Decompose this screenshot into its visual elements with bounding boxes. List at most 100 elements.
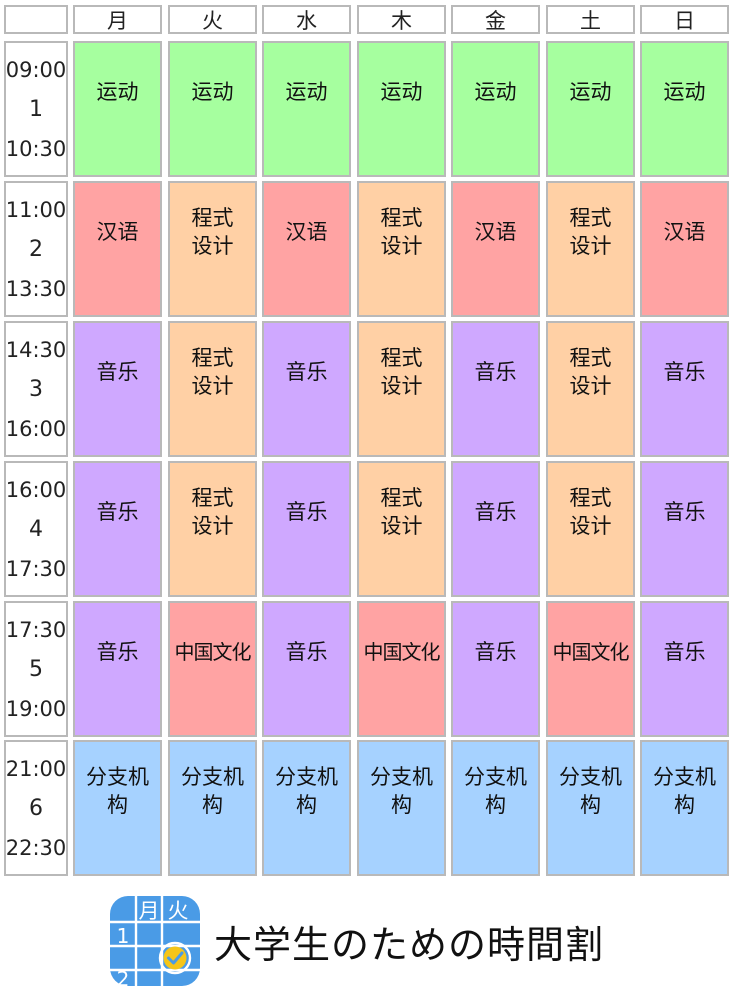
course-cell[interactable]: 音乐 <box>451 601 540 737</box>
period-start-time: 09:00 <box>5 58 67 82</box>
course-cell[interactable]: 程式 设计 <box>546 181 635 317</box>
period-start-time: 21:00 <box>5 757 67 781</box>
period-end-time: 13:30 <box>5 277 67 301</box>
course-cell[interactable]: 运动 <box>640 41 729 177</box>
course-cell[interactable]: 汉语 <box>640 181 729 317</box>
course-cell[interactable]: 音乐 <box>451 461 540 597</box>
course-name: 分支机构 <box>275 765 338 817</box>
course-cell[interactable]: 音乐 <box>73 321 162 457</box>
course-cell[interactable]: 分支机构 <box>640 740 729 876</box>
course-cell[interactable]: 运动 <box>357 41 446 177</box>
period-number: 4 <box>29 517 43 542</box>
course-cell[interactable]: 运动 <box>168 41 257 177</box>
course-cell[interactable]: 程式 设计 <box>357 461 446 597</box>
course-cell[interactable]: 中国文化 <box>168 601 257 737</box>
course-cell[interactable]: 音乐 <box>262 461 351 597</box>
course-cell[interactable]: 音乐 <box>73 461 162 597</box>
course-cell[interactable]: 中国文化 <box>546 601 635 737</box>
course-cell[interactable]: 运动 <box>451 41 540 177</box>
course-cell[interactable]: 分支机构 <box>168 740 257 876</box>
period-cell-6[interactable]: 21:00 6 22:30 <box>4 740 68 876</box>
course-cell[interactable]: 音乐 <box>640 321 729 457</box>
course-name: 音乐 <box>285 640 328 664</box>
header-corner-cell <box>4 5 68 34</box>
course-cell[interactable]: 分支机构 <box>73 740 162 876</box>
course-name: 中国文化 <box>174 640 252 664</box>
course-cell[interactable]: 程式 设计 <box>168 181 257 317</box>
course-name: 中国文化 <box>363 640 441 664</box>
period-cell-5[interactable]: 17:30 5 19:00 <box>4 601 68 737</box>
course-cell[interactable]: 分支机构 <box>262 740 351 876</box>
course-cell[interactable]: 运动 <box>262 41 351 177</box>
course-cell[interactable]: 分支机构 <box>451 740 540 876</box>
period-end-time: 17:30 <box>5 557 67 581</box>
svg-text:月: 月 <box>139 899 160 923</box>
course-name: 音乐 <box>474 360 517 384</box>
course-name: 运动 <box>569 80 612 104</box>
app-name-label: 大学生のための時間割 <box>214 923 605 967</box>
course-cell[interactable]: 汉语 <box>73 181 162 317</box>
period-cell-4[interactable]: 16:00 4 17:30 <box>4 461 68 597</box>
course-name: 分支机构 <box>653 765 716 817</box>
period-number: 5 <box>29 657 43 682</box>
day-header-sat: 土 <box>546 5 635 34</box>
course-name: 程式 设计 <box>569 486 612 538</box>
course-name: 音乐 <box>474 640 517 664</box>
period-number: 1 <box>29 97 43 122</box>
course-cell[interactable]: 程式 设计 <box>357 181 446 317</box>
course-name: 运动 <box>96 80 139 104</box>
course-cell[interactable]: 中国文化 <box>357 601 446 737</box>
day-header-thu: 木 <box>357 5 446 34</box>
course-name: 音乐 <box>663 360 706 384</box>
course-cell[interactable]: 程式 设计 <box>168 321 257 457</box>
course-cell[interactable]: 运动 <box>73 41 162 177</box>
svg-text:火: 火 <box>168 899 189 923</box>
course-name: 运动 <box>191 80 234 104</box>
app-footer: 月 火 1 2 大学生のための時間割 <box>0 880 734 1000</box>
course-name: 分支机构 <box>464 765 527 817</box>
course-cell[interactable]: 程式 设计 <box>546 461 635 597</box>
period-cell-1[interactable]: 09:00 1 10:30 <box>4 41 68 177</box>
course-cell[interactable]: 分支机构 <box>546 740 635 876</box>
course-name: 音乐 <box>96 360 139 384</box>
period-cell-3[interactable]: 14:30 3 16:00 <box>4 321 68 457</box>
day-header-tue: 火 <box>168 5 257 34</box>
course-cell[interactable]: 汉语 <box>451 181 540 317</box>
period-start-time: 14:30 <box>5 338 67 362</box>
period-cell-2[interactable]: 11:00 2 13:30 <box>4 181 68 317</box>
course-cell[interactable]: 音乐 <box>73 601 162 737</box>
course-name: 音乐 <box>285 500 328 524</box>
course-name: 汉语 <box>663 220 706 244</box>
course-cell[interactable]: 程式 设计 <box>168 461 257 597</box>
period-number: 3 <box>29 377 43 402</box>
period-end-time: 22:30 <box>5 836 67 860</box>
course-name: 音乐 <box>663 640 706 664</box>
course-name: 程式 设计 <box>380 486 423 538</box>
course-cell[interactable]: 分支机构 <box>357 740 446 876</box>
course-cell[interactable]: 音乐 <box>451 321 540 457</box>
course-name: 程式 设计 <box>191 486 234 538</box>
course-cell[interactable]: 音乐 <box>262 321 351 457</box>
course-cell[interactable]: 音乐 <box>262 601 351 737</box>
course-name: 音乐 <box>96 640 139 664</box>
course-name: 运动 <box>285 80 328 104</box>
svg-text:1: 1 <box>117 924 130 948</box>
course-cell[interactable]: 音乐 <box>640 601 729 737</box>
course-name: 程式 设计 <box>191 206 234 258</box>
course-name: 分支机构 <box>86 765 149 817</box>
course-cell[interactable]: 程式 设计 <box>546 321 635 457</box>
course-name: 汉语 <box>474 220 517 244</box>
course-cell[interactable]: 运动 <box>546 41 635 177</box>
course-cell[interactable]: 程式 设计 <box>357 321 446 457</box>
course-name: 音乐 <box>474 500 517 524</box>
course-name: 程式 设计 <box>569 346 612 398</box>
period-start-time: 11:00 <box>5 198 67 222</box>
day-header-mon: 月 <box>73 5 162 34</box>
course-name: 分支机构 <box>559 765 622 817</box>
svg-text:2: 2 <box>117 967 130 986</box>
course-name: 程式 设计 <box>380 346 423 398</box>
course-name: 程式 设计 <box>191 346 234 398</box>
course-cell[interactable]: 音乐 <box>640 461 729 597</box>
course-name: 音乐 <box>285 360 328 384</box>
course-cell[interactable]: 汉语 <box>262 181 351 317</box>
